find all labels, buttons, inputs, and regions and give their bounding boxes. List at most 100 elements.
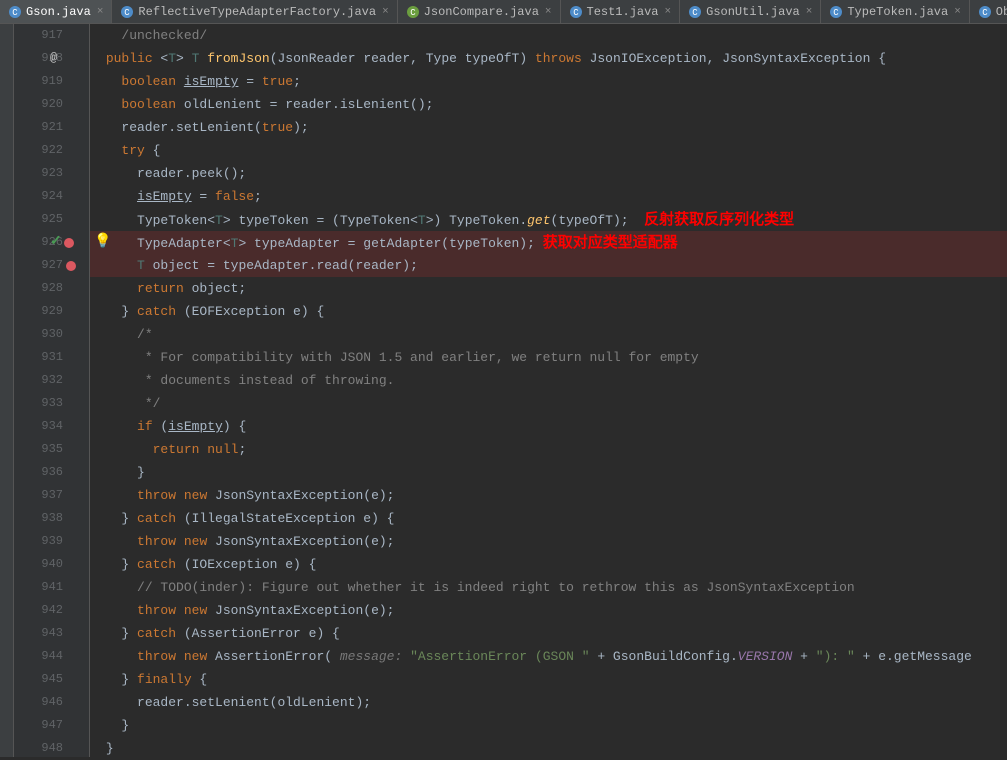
gutter-line[interactable]: 938 [14, 507, 89, 530]
svg-text:C: C [573, 8, 579, 18]
code-line[interactable]: reader.setLenient(oldLenient); [90, 691, 1007, 714]
code-line[interactable]: 💡 TypeAdapter<T> typeAdapter = getAdapte… [90, 231, 1007, 254]
gutter-line[interactable]: 936 [14, 461, 89, 484]
code-line[interactable]: * documents instead of throwing. [90, 369, 1007, 392]
code-line[interactable]: throw new AssertionError( message: "Asse… [90, 645, 1007, 668]
close-icon[interactable]: × [545, 6, 552, 18]
code-line[interactable]: } catch (AssertionError e) { [90, 622, 1007, 645]
code-line[interactable]: } catch (IOException e) { [90, 553, 1007, 576]
gutter-line[interactable]: 932 [14, 369, 89, 392]
code-line[interactable]: */ [90, 392, 1007, 415]
code-line[interactable]: public <T> T fromJson(JsonReader reader,… [90, 47, 1007, 70]
gutter-line[interactable]: 927 [14, 254, 89, 277]
tool-window-stripe[interactable] [0, 24, 14, 757]
code-line[interactable]: try { [90, 139, 1007, 162]
editor-tabs-bar: C Gson.java × C ReflectiveTypeAdapterFac… [0, 0, 1007, 24]
gutter-line[interactable]: 937 [14, 484, 89, 507]
code-line[interactable]: reader.setLenient(true); [90, 116, 1007, 139]
gutter-line[interactable]: 940 [14, 553, 89, 576]
line-number-gutter[interactable]: 917 918@ 919 920 921 922 923 924 925 926… [14, 24, 90, 757]
gutter-line[interactable]: 923 [14, 162, 89, 185]
code-line[interactable]: } [90, 737, 1007, 757]
tab-gsonutil[interactable]: C GsonUtil.java × [680, 0, 821, 23]
code-line[interactable]: return null; [90, 438, 1007, 461]
code-line[interactable]: * For compatibility with JSON 1.5 and ea… [90, 346, 1007, 369]
gutter-line[interactable]: 919 [14, 70, 89, 93]
gutter-line[interactable]: 917 [14, 24, 89, 47]
gutter-line[interactable]: 934 [14, 415, 89, 438]
tab-label: JsonCompare.java [424, 5, 539, 19]
tab-objtypeadapter[interactable]: C ObjTypeAdapte [970, 0, 1007, 23]
code-line[interactable]: boolean isEmpty = true; [90, 70, 1007, 93]
gutter-line[interactable]: 918@ [14, 47, 89, 70]
gutter-line[interactable]: 920 [14, 93, 89, 116]
gutter-line[interactable]: 925 [14, 208, 89, 231]
gutter-line[interactable]: 946 [14, 691, 89, 714]
gutter-line[interactable]: 930 [14, 323, 89, 346]
close-icon[interactable]: × [665, 6, 672, 18]
gutter-line[interactable]: 942 [14, 599, 89, 622]
code-line[interactable]: T object = typeAdapter.read(reader); [90, 254, 1007, 277]
code-line[interactable]: } [90, 714, 1007, 737]
java-class-icon: C [406, 5, 420, 19]
code-line[interactable]: boolean oldLenient = reader.isLenient(); [90, 93, 1007, 116]
code-line[interactable]: } finally { [90, 668, 1007, 691]
code-editor[interactable]: /unchecked/ public <T> T fromJson(JsonRe… [90, 24, 1007, 757]
code-line[interactable]: reader.peek(); [90, 162, 1007, 185]
code-line[interactable]: /* [90, 323, 1007, 346]
gutter-line[interactable]: 929 [14, 300, 89, 323]
gutter-line[interactable]: 928 [14, 277, 89, 300]
code-line[interactable]: } catch (IllegalStateException e) { [90, 507, 1007, 530]
editor-container: 917 918@ 919 920 921 922 923 924 925 926… [0, 24, 1007, 757]
gutter-line[interactable]: 924 [14, 185, 89, 208]
gutter-line[interactable]: 947 [14, 714, 89, 737]
java-class-icon: C [569, 5, 583, 19]
gutter-line[interactable]: 935 [14, 438, 89, 461]
code-line[interactable]: throw new JsonSyntaxException(e); [90, 599, 1007, 622]
gutter-line[interactable]: 931 [14, 346, 89, 369]
gutter-line[interactable]: 933 [14, 392, 89, 415]
svg-text:C: C [125, 8, 131, 18]
code-line[interactable]: throw new JsonSyntaxException(e); [90, 484, 1007, 507]
code-line[interactable]: if (isEmpty) { [90, 415, 1007, 438]
java-class-icon: C [688, 5, 702, 19]
gutter-line[interactable]: 944 [14, 645, 89, 668]
breakpoint-icon[interactable] [64, 238, 74, 248]
gutter-line[interactable]: 921 [14, 116, 89, 139]
bulb-icon[interactable]: 💡 [94, 231, 111, 254]
gutter-line[interactable]: 939 [14, 530, 89, 553]
close-icon[interactable]: × [954, 6, 961, 18]
code-line[interactable]: return object; [90, 277, 1007, 300]
code-line[interactable]: } catch (EOFException e) { [90, 300, 1007, 323]
tab-reflective[interactable]: C ReflectiveTypeAdapterFactory.java × [112, 0, 397, 23]
tab-test1[interactable]: C Test1.java × [561, 0, 681, 23]
gutter-line[interactable]: 945 [14, 668, 89, 691]
tab-label: GsonUtil.java [706, 5, 800, 19]
annotation-text: 反射获取反序列化类型 [644, 211, 794, 228]
svg-text:C: C [410, 8, 416, 18]
annotation-text: 获取对应类型适配器 [543, 234, 678, 251]
gutter-line[interactable]: 941 [14, 576, 89, 599]
tab-label: ReflectiveTypeAdapterFactory.java [138, 5, 376, 19]
code-line[interactable]: } [90, 461, 1007, 484]
gutter-line[interactable]: 922 [14, 139, 89, 162]
close-icon[interactable]: × [97, 6, 104, 18]
code-line[interactable]: throw new JsonSyntaxException(e); [90, 530, 1007, 553]
gutter-line[interactable]: 943 [14, 622, 89, 645]
annotation-icon: @ [50, 47, 57, 70]
code-line[interactable]: TypeToken<T> typeToken = (TypeToken<T>) … [90, 208, 1007, 231]
svg-text:C: C [692, 8, 698, 18]
gutter-line[interactable]: 926✓ [14, 231, 89, 254]
tab-label: Gson.java [26, 5, 91, 19]
code-line[interactable]: isEmpty = false; [90, 185, 1007, 208]
close-icon[interactable]: × [382, 6, 389, 18]
breakpoint-icon[interactable] [66, 261, 76, 271]
tab-gson[interactable]: C Gson.java × [0, 0, 112, 23]
code-line[interactable]: /unchecked/ [90, 24, 1007, 47]
tab-jsoncompare[interactable]: C JsonCompare.java × [398, 0, 561, 23]
tab-typetoken[interactable]: C TypeToken.java × [821, 0, 969, 23]
close-icon[interactable]: × [806, 6, 813, 18]
code-line[interactable]: // TODO(inder): Figure out whether it is… [90, 576, 1007, 599]
tab-label: Test1.java [587, 5, 659, 19]
java-class-icon: C [978, 5, 992, 19]
